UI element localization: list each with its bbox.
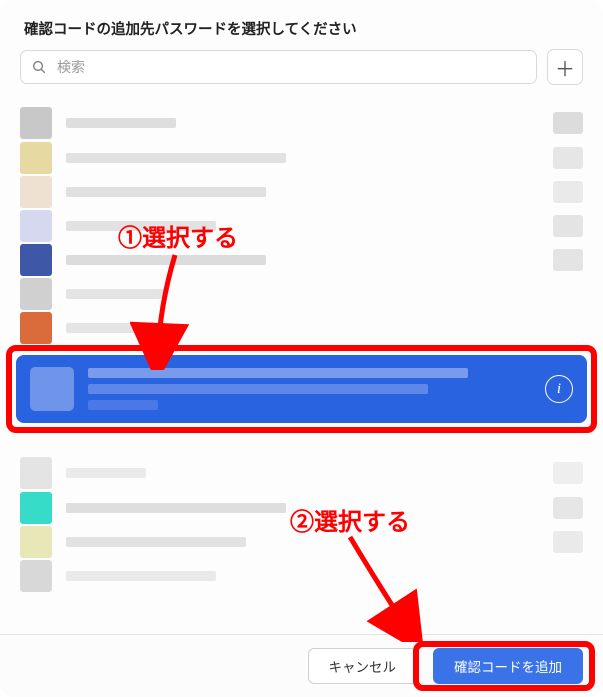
list-item[interactable] [20, 243, 583, 277]
list-item[interactable] [20, 209, 583, 243]
search-icon [31, 59, 47, 75]
row-text [88, 368, 531, 410]
row-accessory [553, 497, 583, 519]
plus-icon: ＋ [555, 53, 575, 82]
row-favicon [20, 526, 52, 558]
row-favicon [20, 312, 52, 344]
add-button[interactable]: ＋ [547, 49, 583, 85]
row-favicon [20, 492, 52, 524]
dialog-header: 確認コードの追加先パスワードを選択してください [0, 0, 603, 39]
list-item[interactable] [20, 311, 583, 345]
list-item[interactable] [20, 105, 583, 141]
list-item[interactable] [20, 455, 583, 491]
add-code-button[interactable]: 確認コードを追加 [433, 648, 583, 684]
dialog-footer: キャンセル 確認コードを追加 [0, 634, 603, 697]
row-accessory [553, 112, 583, 134]
list-item[interactable] [20, 559, 583, 593]
list-item[interactable] [20, 175, 583, 209]
row-favicon [20, 176, 52, 208]
row-accessory [553, 215, 583, 237]
row-text [66, 503, 539, 513]
row-accessory [553, 249, 583, 271]
row-favicon [30, 367, 74, 411]
row-text [66, 118, 539, 128]
row-text [66, 289, 539, 299]
row-text [66, 571, 539, 581]
row-text [66, 255, 539, 265]
dialog-sheet: 確認コードの追加先パスワードを選択してください ＋ i ①選択する ②選択する [0, 0, 603, 697]
password-list-wrap: i [0, 105, 603, 605]
dialog-title: 確認コードの追加先パスワードを選択してください [24, 18, 579, 39]
list-item[interactable] [20, 141, 583, 175]
password-list-before [0, 105, 603, 345]
row-text [66, 537, 539, 547]
selected-password-row[interactable]: i [16, 355, 587, 423]
list-item[interactable] [20, 277, 583, 311]
row-favicon [20, 210, 52, 242]
list-item[interactable] [20, 525, 583, 559]
password-list-after [0, 455, 603, 593]
row-favicon [20, 244, 52, 276]
row-accessory [553, 531, 583, 553]
row-accessory [553, 462, 583, 484]
row-text [66, 221, 539, 231]
row-text [66, 153, 539, 163]
row-accessory [553, 181, 583, 203]
info-icon[interactable]: i [545, 375, 573, 403]
row-favicon [20, 107, 52, 139]
row-text [66, 323, 539, 333]
search-row: ＋ [0, 39, 603, 89]
row-favicon [20, 457, 52, 489]
row-text [66, 468, 539, 478]
cancel-button[interactable]: キャンセル [308, 648, 418, 684]
search-box[interactable] [20, 50, 537, 84]
row-favicon [20, 560, 52, 592]
row-text [66, 187, 539, 197]
list-item[interactable] [20, 491, 583, 525]
row-accessory [553, 147, 583, 169]
search-input[interactable] [55, 58, 526, 76]
row-favicon [20, 278, 52, 310]
row-favicon [20, 142, 52, 174]
